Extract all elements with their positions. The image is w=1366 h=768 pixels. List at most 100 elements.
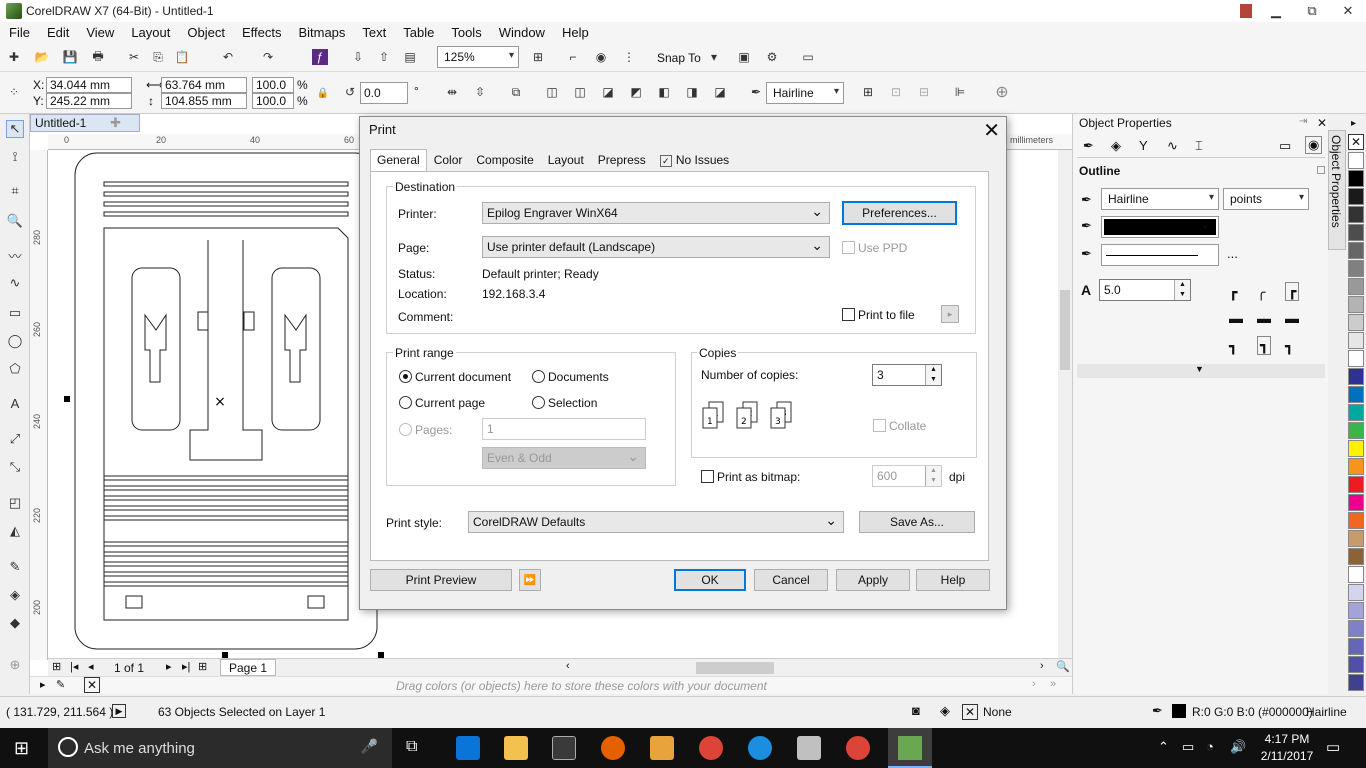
crop-tool-icon[interactable]: ⌗ bbox=[6, 182, 24, 200]
palette-scroll-icon[interactable]: › bbox=[1032, 678, 1036, 690]
palette-swatch[interactable] bbox=[1348, 314, 1364, 331]
menu-view[interactable]: View bbox=[81, 25, 119, 40]
scroll-right-icon[interactable]: › bbox=[1040, 660, 1044, 672]
align-icon[interactable]: ⊫ bbox=[952, 84, 968, 100]
palette-swatch[interactable] bbox=[1348, 260, 1364, 277]
intersect-icon[interactable]: ◩ bbox=[628, 84, 644, 100]
menu-table[interactable]: Table bbox=[398, 25, 439, 40]
page-tab[interactable]: Page 1 bbox=[220, 659, 277, 676]
palette-swatch[interactable] bbox=[1348, 530, 1364, 547]
combine-icon[interactable]: ◫ bbox=[544, 84, 560, 100]
frame-icon[interactable]: ⌶ bbox=[1195, 138, 1203, 154]
palette-swatch[interactable] bbox=[1348, 242, 1364, 259]
menu-bitmaps[interactable]: Bitmaps bbox=[293, 25, 350, 40]
zoom-icon[interactable]: 🔍 bbox=[1056, 660, 1070, 673]
redo-icon[interactable]: ↷ bbox=[260, 49, 276, 65]
palette-swatch[interactable] bbox=[1348, 512, 1364, 529]
palette-scroll-up-icon[interactable]: ▸ bbox=[1351, 118, 1356, 129]
cancel-button[interactable]: Cancel bbox=[754, 569, 828, 591]
drop-shadow-icon[interactable]: ◰ bbox=[6, 494, 24, 512]
units-select[interactable]: points bbox=[1223, 188, 1309, 210]
horizontal-scroll-thumb[interactable] bbox=[696, 662, 774, 674]
first-page-icon[interactable]: |◂ bbox=[70, 660, 78, 673]
add-page-before-icon[interactable]: ⊞ bbox=[52, 660, 61, 673]
spin-arrows[interactable]: ▲ ▼ bbox=[1174, 280, 1190, 300]
menu-layout[interactable]: Layout bbox=[126, 25, 175, 40]
mirror-horizontal-icon[interactable]: ⇹ bbox=[444, 84, 460, 100]
trim-icon[interactable]: ◪ bbox=[600, 84, 616, 100]
color-proof-icon[interactable]: ◙ bbox=[912, 703, 920, 718]
document-palette[interactable]: ▸ ✎ ✕ Drag colors (or objects) here to s… bbox=[30, 676, 1072, 694]
position-inside-icon[interactable]: ┓ bbox=[1285, 338, 1293, 355]
corner-bevel-icon[interactable]: ┏ bbox=[1285, 282, 1300, 301]
palette-swatch[interactable] bbox=[1348, 332, 1364, 349]
palette-swatch[interactable] bbox=[1348, 224, 1364, 241]
cortana-search-box[interactable]: Ask me anything 🎤 bbox=[48, 728, 392, 768]
front-minus-back-icon[interactable]: ◨ bbox=[684, 84, 700, 100]
apply-button[interactable]: Apply bbox=[836, 569, 910, 591]
shape-tool-icon[interactable]: ⟟ bbox=[6, 148, 24, 166]
view-icon[interactable]: ◉ bbox=[593, 49, 609, 65]
width-field[interactable]: 63.764 mm bbox=[161, 77, 247, 93]
paste-icon[interactable]: 📋 bbox=[174, 49, 190, 65]
palette-swatch[interactable] bbox=[1348, 602, 1364, 619]
fill-icon[interactable]: ◈ bbox=[940, 703, 950, 719]
print-icon[interactable]: 🖶 bbox=[90, 49, 106, 65]
freehand-tool-icon[interactable]: 〰 bbox=[6, 246, 24, 264]
tab-no-issues[interactable]: ✓ No Issues bbox=[653, 149, 736, 171]
next-page-icon[interactable]: ▸ bbox=[166, 660, 172, 673]
palette-swatch[interactable] bbox=[1348, 422, 1364, 439]
eyedropper-icon[interactable]: ✎ bbox=[6, 558, 24, 576]
tab-color[interactable]: Color bbox=[427, 149, 470, 171]
palette-swatch[interactable] bbox=[1348, 674, 1364, 691]
application-launcher-icon[interactable]: ▭ bbox=[800, 49, 816, 65]
artistic-media-icon[interactable]: ∿ bbox=[6, 274, 24, 292]
cap-round-icon[interactable]: ▬ bbox=[1257, 310, 1271, 326]
page-orientation-select[interactable]: Use printer default (Landscape) bbox=[482, 236, 830, 258]
last-page-icon[interactable]: ▸| bbox=[182, 660, 190, 673]
show-hidden-icons[interactable]: ⌃ bbox=[1158, 739, 1169, 755]
transparency-tool-icon[interactable]: ◭ bbox=[6, 522, 24, 540]
position-center-icon[interactable]: ┓ bbox=[1257, 336, 1272, 355]
save-icon[interactable]: 💾 bbox=[62, 49, 78, 65]
file-explorer-icon[interactable] bbox=[504, 736, 528, 760]
task-view-icon[interactable]: ⧉ bbox=[406, 738, 417, 756]
palette-swatch[interactable] bbox=[1348, 548, 1364, 565]
snap-to-dropdown[interactable]: Snap To bbox=[657, 51, 701, 65]
restore-button[interactable]: ⧉ bbox=[1294, 0, 1330, 22]
microphone-icon[interactable]: 🎤 bbox=[361, 738, 378, 755]
chevron-down-icon[interactable]: ⌄ bbox=[1201, 220, 1209, 231]
cap-square-icon[interactable]: ▬ bbox=[1285, 310, 1299, 326]
snap-chevron-down-icon[interactable]: ▾ bbox=[706, 49, 722, 65]
palette-swatch[interactable] bbox=[1348, 386, 1364, 403]
preferences-button[interactable]: Preferences... bbox=[842, 201, 957, 225]
palette-swatch[interactable] bbox=[1348, 458, 1364, 475]
menu-text[interactable]: Text bbox=[357, 25, 391, 40]
undo-icon[interactable]: ↶ bbox=[220, 49, 236, 65]
print-style-select[interactable]: CorelDRAW Defaults bbox=[468, 511, 844, 533]
rotation-field[interactable]: 0.0 bbox=[360, 82, 408, 104]
palette-swatch[interactable] bbox=[1348, 170, 1364, 187]
clock-date[interactable]: 2/11/2017 bbox=[1254, 749, 1320, 763]
docker-close-icon[interactable]: ✕ bbox=[1317, 116, 1327, 130]
y-position-field[interactable]: 245.22 mm bbox=[46, 93, 132, 109]
help-button[interactable]: Help bbox=[916, 569, 990, 591]
smart-fill-icon[interactable]: ◆ bbox=[6, 614, 24, 632]
document-tab[interactable]: Untitled-1 bbox=[30, 114, 140, 132]
battery-icon[interactable]: ▭ bbox=[1182, 739, 1194, 755]
simplify-icon[interactable]: ◧ bbox=[656, 84, 672, 100]
dialog-close-icon[interactable]: ✕ bbox=[983, 118, 1000, 143]
no-color-swatch[interactable]: ✕ bbox=[1348, 134, 1364, 150]
menu-edit[interactable]: Edit bbox=[42, 25, 74, 40]
palette-swatch[interactable] bbox=[1348, 476, 1364, 493]
summary-icon[interactable]: ▭ bbox=[1279, 138, 1291, 154]
palette-swatch[interactable] bbox=[1348, 296, 1364, 313]
menu-file[interactable]: File bbox=[4, 25, 35, 40]
transparency-icon[interactable]: Y bbox=[1139, 138, 1148, 153]
vertical-scroll-thumb[interactable] bbox=[1060, 290, 1070, 370]
import-icon[interactable]: ⇩ bbox=[350, 49, 366, 65]
interactive-fill-icon[interactable]: ◈ bbox=[6, 586, 24, 604]
palette-swatch[interactable] bbox=[1348, 638, 1364, 655]
selection-radio[interactable] bbox=[532, 396, 545, 409]
tab-general[interactable]: General bbox=[370, 149, 427, 171]
